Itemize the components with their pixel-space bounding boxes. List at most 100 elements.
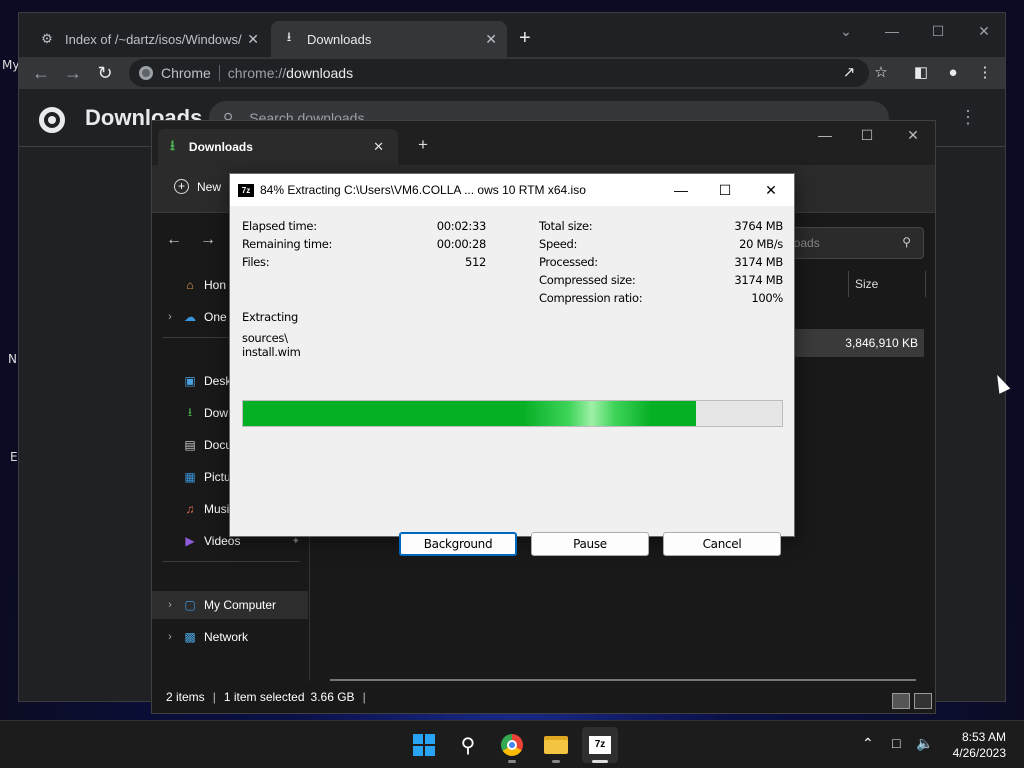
ratio-value: 100%: [751, 291, 783, 305]
profile-icon[interactable]: ●: [943, 63, 963, 83]
menu-icon[interactable]: ⋮: [975, 63, 995, 83]
sidebar-label: Dow: [204, 406, 229, 420]
chevron-right-icon[interactable]: ›: [162, 311, 178, 323]
total-size-label: Total size:: [539, 219, 593, 233]
explorer-search-input[interactable]: loads ⚲: [782, 227, 924, 259]
plus-icon: +: [174, 179, 189, 194]
side-panel-icon[interactable]: ◧: [911, 63, 931, 83]
chevron-down-icon[interactable]: ⌄: [823, 17, 869, 45]
forward-icon[interactable]: →: [61, 61, 85, 85]
taskbar-chrome[interactable]: [494, 727, 530, 763]
explorer-tab-downloads[interactable]: ⭳ Downloads ✕: [158, 129, 398, 165]
site-chip[interactable]: Chrome: [129, 65, 211, 81]
onedrive-icon: ☁: [184, 310, 196, 324]
chrome-logo-icon: [39, 107, 65, 133]
compressed-size-label: Compressed size:: [539, 273, 636, 287]
new-button[interactable]: + New: [174, 179, 221, 194]
sidebar-item-my-computer[interactable]: › ▢ My Computer: [152, 591, 308, 619]
desktop-icon: ▣: [184, 374, 196, 388]
chevron-right-icon[interactable]: ›: [162, 599, 178, 611]
more-icon[interactable]: ⋮: [959, 107, 977, 128]
tab-index[interactable]: ⚙ Index of /~dartz/isos/Windows/ ✕: [29, 21, 269, 57]
tab-downloads[interactable]: ⭳ Downloads ✕: [271, 21, 507, 57]
search-placeholder: loads: [791, 236, 820, 250]
maximize-button[interactable]: ☐: [844, 127, 890, 144]
network-icon: ▩: [184, 630, 196, 644]
chevron-right-icon[interactable]: ›: [162, 631, 178, 643]
new-label: New: [197, 179, 222, 194]
sidebar-label: Docu: [204, 438, 233, 452]
minimize-button[interactable]: —: [869, 17, 915, 45]
sidebar-label: Network: [204, 630, 249, 644]
explorer-tab-bar: ⭳ Downloads ✕ + — ☐ ✕: [152, 121, 935, 165]
music-icon: ♫: [185, 502, 195, 516]
dialog-titlebar: 7z 84% Extracting C:\Users\VM6.COLLA ...…: [230, 174, 794, 206]
total-size-value: 3764 MB: [734, 219, 783, 233]
separator: [218, 65, 220, 81]
tab-title: Downloads: [188, 140, 253, 154]
sidebar-label: Musi: [204, 502, 230, 516]
taskbar-file-explorer[interactable]: [538, 727, 574, 763]
ratio-label: Compression ratio:: [539, 291, 643, 305]
taskbar-7zip[interactable]: 7z: [582, 727, 618, 763]
close-icon[interactable]: ✕: [373, 139, 384, 155]
sidebar-label: Desk: [204, 374, 232, 388]
pause-button[interactable]: Pause: [531, 532, 649, 556]
chevron-up-icon[interactable]: ⌃: [862, 735, 874, 752]
url-host: downloads: [286, 65, 354, 81]
forward-icon[interactable]: →: [200, 231, 216, 249]
close-button[interactable]: ✕: [961, 17, 1007, 45]
close-icon[interactable]: ✕: [247, 31, 259, 48]
column-header-size[interactable]: Size: [848, 271, 926, 297]
share-icon[interactable]: ↗: [839, 63, 859, 83]
close-button[interactable]: ✕: [890, 127, 936, 144]
sidebar-label: Hon: [204, 278, 227, 292]
start-button[interactable]: [406, 727, 442, 763]
status-size: 3.66 GB: [310, 690, 355, 704]
folder-icon: [544, 736, 568, 754]
url[interactable]: chrome://downloads: [228, 65, 353, 81]
cancel-button[interactable]: Cancel: [663, 532, 781, 556]
back-icon[interactable]: ←: [166, 231, 182, 249]
7zip-icon: 7z: [589, 736, 611, 754]
sidebar-item-network[interactable]: › ▩ Network: [152, 623, 308, 651]
address-bar[interactable]: Chrome chrome://downloads: [129, 59, 869, 87]
background-button[interactable]: Background: [399, 532, 517, 556]
remaining-value: 00:00:28: [436, 237, 487, 251]
close-button[interactable]: ✕: [748, 174, 794, 206]
bookmark-star-icon[interactable]: ☆: [871, 63, 891, 83]
remaining-label: Remaining time:: [242, 237, 333, 251]
documents-icon: ▤: [184, 438, 196, 452]
running-indicator: [552, 760, 560, 763]
details-view-icon[interactable]: [892, 693, 910, 709]
desktop-label: E: [10, 450, 18, 464]
volume-icon[interactable]: 🔈: [916, 735, 933, 752]
clock[interactable]: 8:53 AM 4/26/2023: [953, 729, 1006, 761]
extract-progress-dialog: 7z 84% Extracting C:\Users\VM6.COLLA ...…: [229, 173, 795, 556]
new-tab-button[interactable]: +: [519, 27, 531, 50]
url-scheme: chrome://: [227, 65, 287, 81]
reload-icon[interactable]: ↻: [93, 61, 117, 85]
close-icon[interactable]: ✕: [485, 31, 497, 48]
network-icon[interactable]: □: [892, 735, 900, 751]
file-row-size[interactable]: 3,846,910 KB: [792, 329, 924, 357]
running-indicator: [592, 760, 608, 763]
minimize-button[interactable]: —: [802, 127, 848, 143]
new-tab-button[interactable]: +: [418, 135, 428, 155]
back-icon[interactable]: ←: [29, 61, 53, 85]
videos-icon: ▶: [185, 534, 195, 548]
home-icon: ⌂: [186, 278, 194, 292]
compressed-size-value: 3174 MB: [734, 273, 783, 287]
maximize-button[interactable]: ☐: [915, 17, 961, 45]
maximize-button[interactable]: ☐: [702, 174, 748, 206]
processed-label: Processed:: [539, 255, 598, 269]
search-button[interactable]: ⚲: [450, 727, 486, 763]
dialog-body: Elapsed time: 00:02:33 Remaining time: 0…: [230, 206, 794, 556]
files-label: Files:: [242, 255, 270, 269]
chip-label: Chrome: [161, 65, 211, 81]
tiles-view-icon[interactable]: [914, 693, 932, 709]
files-value: 512: [464, 255, 486, 269]
minimize-button[interactable]: —: [658, 174, 704, 206]
status-item-count: 2 items: [166, 690, 205, 704]
computer-icon: ▢: [184, 598, 196, 612]
